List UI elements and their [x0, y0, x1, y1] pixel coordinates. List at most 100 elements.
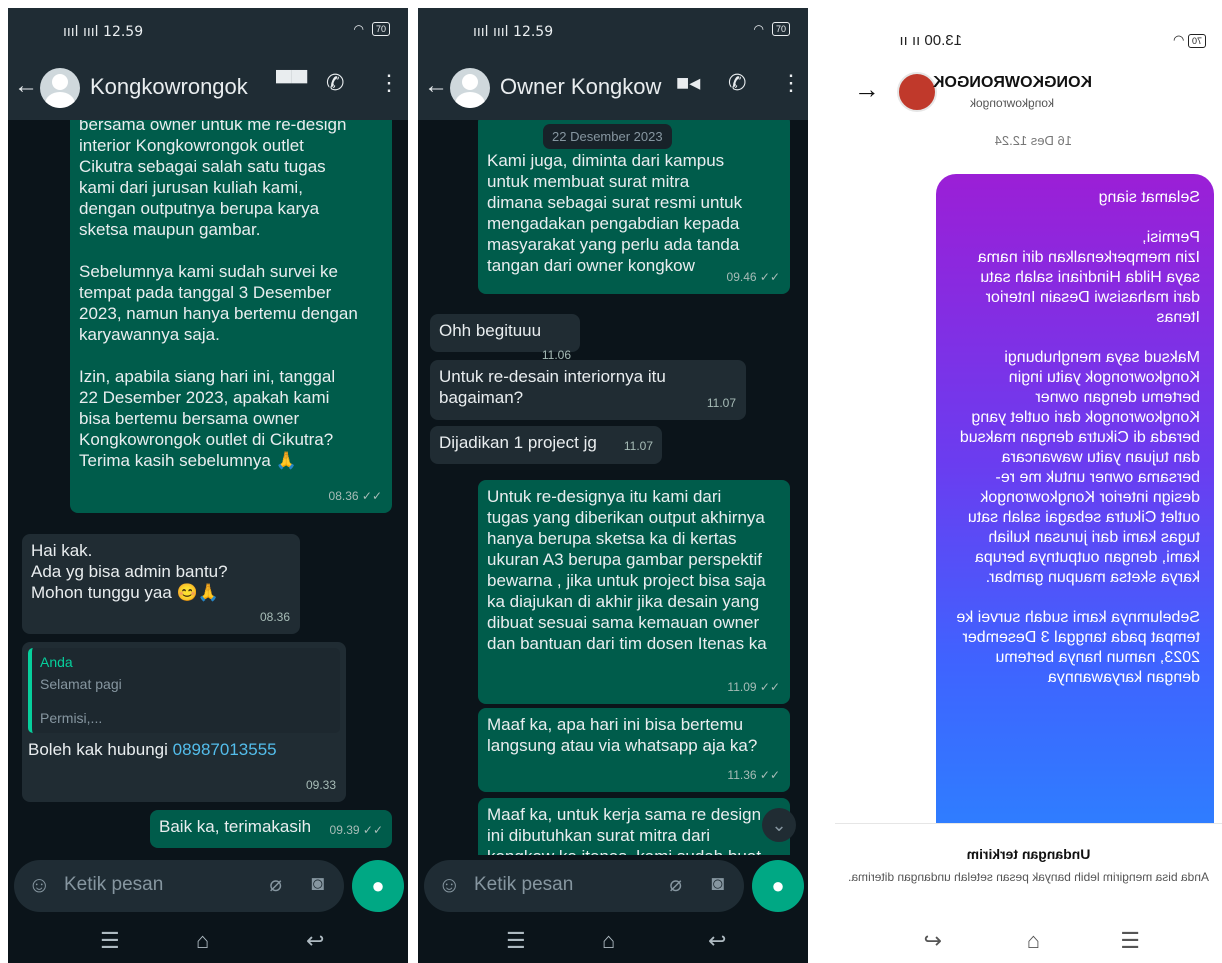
double-check-icon: ✓✓: [759, 768, 780, 782]
message-date: 16 Des 12.24: [994, 133, 1072, 148]
message-time: 09.33: [305, 778, 336, 792]
message-text: Untuk re-designya itu kami dari tugas ya…: [487, 487, 767, 653]
status-bar: ıııl ıııl 12.59 ◠ 70: [418, 8, 808, 56]
quoted-line: Selamat pagi: [40, 676, 122, 692]
more-options-icon[interactable]: ⋮: [780, 70, 802, 96]
store-icon[interactable]: ▀▀: [276, 70, 307, 96]
signal-icon: ıııl ıııl: [473, 24, 509, 40]
message-composer: ☺ Ketik pesan ⌀ ◙: [424, 860, 744, 912]
scroll-down-button[interactable]: ⌄: [762, 808, 796, 842]
message-time: 08.36: [259, 610, 290, 624]
home-icon[interactable]: ⌂: [1027, 928, 1040, 954]
menu-icon[interactable]: ☰: [100, 928, 120, 954]
message-text: Maaf ka, apa hari ini bisa bertemu langs…: [487, 715, 758, 755]
back-arrow-icon[interactable]: ←: [14, 72, 38, 100]
attach-icon[interactable]: ⌀: [269, 872, 282, 897]
menu-icon[interactable]: ☰: [1120, 928, 1140, 954]
invite-subtitle: Anda bisa mengirim lebih banyak pesan se…: [848, 870, 1209, 884]
account-name[interactable]: KONGKOWRONGOK: [933, 74, 1092, 92]
message-incoming[interactable]: Dijadikan 1 project jg 11.07: [430, 426, 662, 464]
status-time: 12.59: [513, 24, 554, 40]
signal-icon: ıııl ıııl: [63, 24, 99, 40]
avatar[interactable]: [897, 72, 937, 112]
quoted-message[interactable]: Anda Selamat pagi Permisi,...: [28, 648, 340, 733]
message-incoming[interactable]: Ohh begituuu 11.06: [430, 314, 580, 362]
double-check-icon: ✓✓: [759, 270, 780, 284]
double-check-icon: ✓✓: [362, 823, 383, 837]
message-paragraph: Sebelumnya kami sudah survei ke tempat p…: [956, 609, 1200, 686]
message-text: Untuk re-desain interiornya itu bagaiman…: [439, 367, 666, 407]
attach-icon[interactable]: ⌀: [669, 872, 682, 897]
status-time: 12.59: [103, 24, 144, 40]
message-incoming[interactable]: Hai kak. Ada yg bisa admin bantu? Mohon …: [22, 534, 300, 634]
home-icon[interactable]: ⌂: [602, 928, 615, 954]
avatar[interactable]: [40, 68, 80, 108]
mic-button[interactable]: ●: [752, 860, 804, 912]
chat-title[interactable]: Kongkowrongok: [90, 74, 248, 100]
message-outgoing[interactable]: Maaf ka, apa hari ini bisa bertemu langs…: [478, 708, 790, 792]
message-list[interactable]: Kami juga, diminta dari kampus untuk mem…: [418, 120, 808, 855]
system-nav-bar: ☰ ⌂ ↩: [8, 918, 408, 963]
date-divider: 22 Desember 2023: [543, 124, 672, 149]
emoji-icon[interactable]: ☺: [438, 872, 460, 898]
message-list[interactable]: bersama owner untuk me re-design interio…: [8, 120, 408, 855]
more-options-icon[interactable]: ⋮: [378, 70, 400, 96]
signal-icon: ıı ıı: [899, 32, 921, 49]
message-paragraph: Maksud saya menghubungi Kongkowrongok ya…: [959, 349, 1200, 586]
message-text: Dijadikan 1 project jg: [439, 433, 597, 452]
video-call-icon[interactable]: ■◂: [676, 70, 700, 96]
message-outgoing[interactable]: Selamat siang Permisi, Izin memperkenalk…: [936, 174, 1214, 824]
camera-icon[interactable]: ◙: [711, 872, 724, 896]
double-check-icon: ✓✓: [361, 489, 382, 503]
phone-link[interactable]: 08987013555: [173, 740, 277, 759]
message-time: 11.07: [706, 396, 736, 410]
back-arrow-icon[interactable]: ←: [424, 72, 448, 100]
chat-title[interactable]: Owner Kongkow: [500, 74, 661, 100]
message-outgoing[interactable]: Maaf ka, untuk kerja sama re design ini …: [478, 798, 790, 855]
status-bar: 13.00 ıı ıı 70 ◠: [835, 8, 1222, 58]
mic-icon: ●: [771, 873, 785, 898]
mirrored-content: 13.00 ıı ıı 70 ◠ ← KONGKOWRONGOK kongkow…: [835, 8, 1222, 963]
message-time: 11.07: [623, 439, 653, 453]
battery-icon: 70: [771, 22, 790, 36]
message-outgoing[interactable]: Untuk re-designya itu kami dari tugas ya…: [478, 480, 790, 704]
phone-icon[interactable]: ✆: [728, 70, 746, 96]
menu-icon[interactable]: ☰: [506, 928, 526, 954]
message-composer: ☺ Ketik pesan ⌀ ◙: [14, 860, 344, 912]
message-outgoing[interactable]: bersama owner untuk me re-design interio…: [70, 120, 392, 513]
message-incoming-reply[interactable]: Anda Selamat pagi Permisi,... Boleh kak …: [22, 642, 346, 802]
message-time: 08.36: [328, 489, 359, 503]
whatsapp-chat-owner-kongkow: ıııl ıııl 12.59 ◠ 70 ← Owner Kongkow ■◂ ✆…: [418, 8, 808, 963]
quoted-sender: Anda: [40, 654, 73, 670]
camera-icon[interactable]: ◙: [311, 872, 324, 896]
message-input[interactable]: Ketik pesan: [474, 874, 573, 896]
message-text: bersama owner untuk me re-design interio…: [79, 120, 358, 470]
mic-button[interactable]: ●: [352, 860, 404, 912]
battery-icon: 70: [1187, 34, 1206, 48]
status-time: 13.00: [924, 32, 962, 49]
instagram-dm-mirrored: 13.00 ıı ıı 70 ◠ ← KONGKOWRONGOK kongkow…: [835, 8, 1222, 963]
back-icon[interactable]: ↩: [708, 928, 726, 954]
add-call-icon[interactable]: ✆: [326, 70, 344, 96]
message-outgoing[interactable]: Baik ka, terimakasih 09.39 ✓✓: [150, 810, 392, 848]
message-time: 11.09: [727, 680, 757, 694]
back-icon[interactable]: ↩: [306, 928, 324, 954]
wifi-icon: ◠: [353, 22, 364, 36]
back-arrow-icon[interactable]: ←: [854, 74, 880, 105]
system-nav-bar: ↩ ⌂ ☰: [835, 918, 1222, 963]
mic-icon: ●: [371, 873, 385, 898]
message-text: Kami juga, diminta dari kampus untuk mem…: [487, 151, 743, 275]
chevron-down-icon: ⌄: [771, 815, 787, 835]
status-bar: ıııl ıııl 12.59 ◠ 70: [8, 8, 408, 56]
back-icon[interactable]: ↩: [924, 928, 942, 954]
avatar[interactable]: [450, 68, 490, 108]
message-incoming[interactable]: Untuk re-desain interiornya itu bagaiman…: [430, 360, 746, 420]
message-time: 09.39: [329, 823, 360, 837]
message-input[interactable]: Ketik pesan: [64, 874, 163, 896]
message-text: Baik ka, terimakasih: [159, 817, 312, 836]
battery-icon: 70: [371, 22, 390, 36]
emoji-icon[interactable]: ☺: [28, 872, 50, 898]
invite-title: Undangan terkirim: [966, 846, 1091, 862]
account-username: kongkowrongok: [969, 96, 1054, 110]
home-icon[interactable]: ⌂: [196, 928, 209, 954]
